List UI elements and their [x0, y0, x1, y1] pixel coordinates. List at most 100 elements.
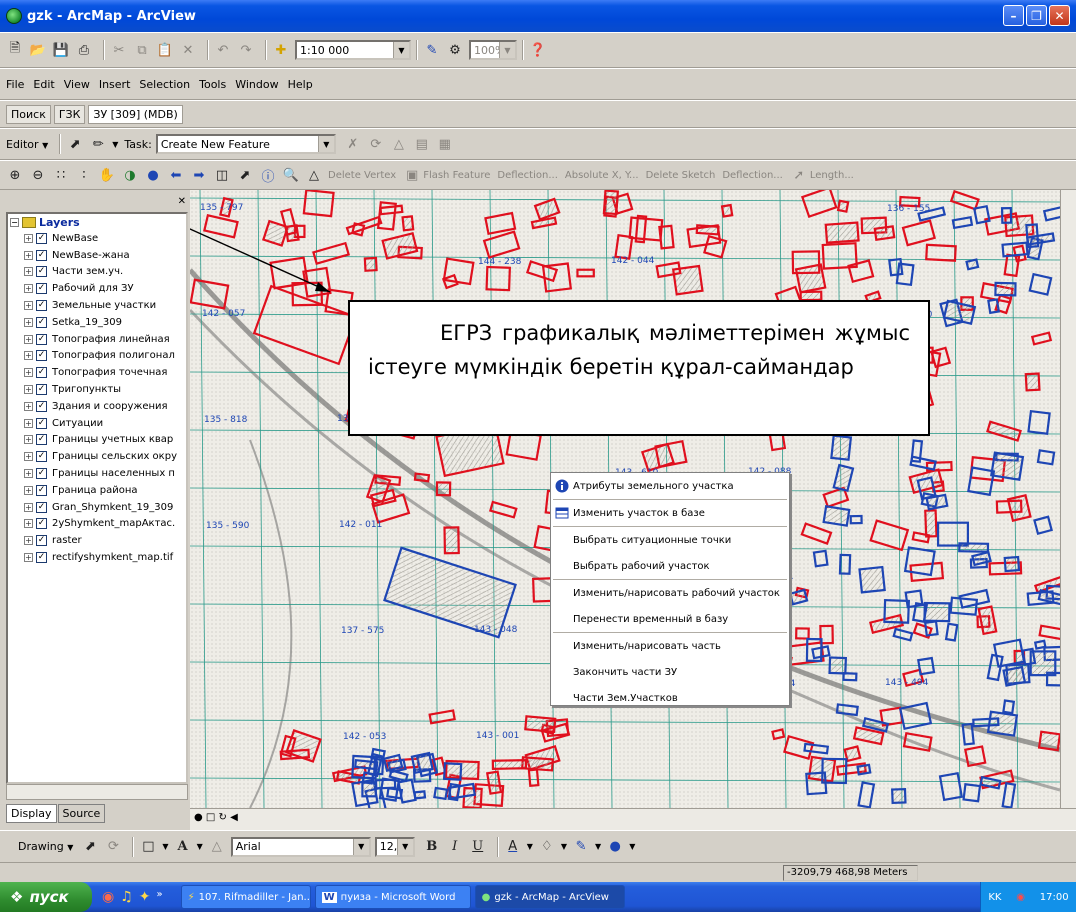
text-icon[interactable]: A	[174, 838, 192, 856]
select-elements-icon[interactable]: ⬈	[236, 166, 254, 184]
layer-row[interactable]: + ✓ NewBase	[8, 230, 186, 247]
expand-icon[interactable]: +	[24, 418, 33, 428]
chevron-down-icon[interactable]: ▼	[595, 842, 601, 851]
new-icon[interactable]: 🗎	[6, 41, 24, 59]
chevron-down-icon[interactable]: ▼	[396, 838, 413, 855]
map-vertical-scrollbar[interactable]	[1060, 190, 1076, 808]
layer-row[interactable]: + ✓ Граница района	[8, 482, 186, 499]
layer-visibility-checkbox[interactable]: ✓	[36, 283, 47, 295]
chevron-down-icon[interactable]: ▼	[561, 842, 567, 851]
layer-visibility-checkbox[interactable]: ✓	[36, 333, 47, 345]
tool-delete-vertex[interactable]: Delete Vertex	[328, 170, 396, 181]
maximize-button[interactable]: ❐	[1026, 5, 1047, 26]
expand-icon[interactable]: +	[24, 317, 33, 327]
task-winamp[interactable]: ⚡ 107. Rifmadiller - Jan...	[180, 885, 311, 909]
layer-row[interactable]: + ✓ 2уShymkent_mapАктас.	[8, 516, 186, 533]
layer-visibility-checkbox[interactable]: ✓	[36, 367, 47, 379]
chevron-down-icon[interactable]: ▼	[317, 136, 334, 152]
expand-icon[interactable]: +	[24, 401, 33, 411]
rectangle-icon[interactable]: □	[139, 838, 157, 856]
zoom-combo[interactable]: 100% ▼	[469, 40, 517, 60]
layer-visibility-checkbox[interactable]: ✓	[36, 249, 47, 261]
tool-deflection-2[interactable]: Deflection...	[722, 170, 783, 181]
tab-search[interactable]: Поиск	[6, 104, 51, 124]
layer-row[interactable]: + ✓ raster	[8, 532, 186, 549]
menu-item-land-parcel-parts[interactable]: Части Зем.Участков	[551, 685, 789, 711]
scale-combo[interactable]: 1:10 000 ▼	[295, 40, 411, 60]
zoom-out-icon[interactable]: ⊖	[29, 166, 47, 184]
tab-display[interactable]: Display	[6, 804, 57, 823]
cut-icon[interactable]: ✂	[110, 41, 128, 59]
undo-icon[interactable]: ↶	[214, 41, 232, 59]
menu-item-select-working-parcel[interactable]: Выбрать рабочий участок	[551, 553, 789, 579]
marker-color-icon[interactable]: ●	[606, 838, 624, 856]
layer-visibility-checkbox[interactable]: ✓	[36, 384, 47, 396]
menu-item-parcel-attributes[interactable]: Атрибуты земельного участка	[551, 473, 789, 499]
attributes-icon[interactable]: ▤	[413, 135, 431, 153]
menu-item-select-situation-points[interactable]: Выбрать ситуационные точки	[551, 527, 789, 553]
editor-menu-button[interactable]: Editor ▼	[6, 138, 48, 151]
menu-tools[interactable]: Tools	[199, 78, 226, 91]
expand-icon[interactable]: +	[24, 553, 33, 563]
layer-visibility-checkbox[interactable]: ✓	[36, 451, 47, 463]
layers-root[interactable]: − Layers	[8, 214, 186, 230]
menu-selection[interactable]: Selection	[139, 78, 190, 91]
expand-icon[interactable]: +	[24, 536, 33, 546]
menu-item-edit-draw-part[interactable]: Изменить/нарисовать часть	[551, 633, 789, 659]
layer-row[interactable]: + ✓ Топография точечная	[8, 364, 186, 381]
full-extent-icon[interactable]: ◑	[121, 166, 139, 184]
layer-visibility-checkbox[interactable]: ✓	[36, 300, 47, 312]
length-icon[interactable]: ➚	[790, 166, 808, 184]
expand-icon[interactable]: +	[24, 351, 33, 361]
table-icon[interactable]: ▦	[436, 135, 454, 153]
expand-icon[interactable]: +	[24, 267, 33, 277]
expand-icon[interactable]: +	[24, 502, 33, 512]
menu-item-transfer-temp-to-db[interactable]: Перенести временный в базу	[551, 606, 789, 632]
chevron-down-icon[interactable]: ▼	[197, 842, 203, 851]
task-word[interactable]: W пуиза - Microsoft Word	[314, 885, 471, 909]
menu-help[interactable]: Help	[288, 78, 313, 91]
menu-file[interactable]: File	[6, 78, 24, 91]
quick-launch-opera-icon[interactable]: ◉	[102, 889, 114, 905]
flash-feature-icon[interactable]: ▣	[403, 166, 421, 184]
fixed-zoom-out-icon[interactable]: ∶	[75, 166, 93, 184]
layer-visibility-checkbox[interactable]: ✓	[36, 400, 47, 412]
map-horizontal-scrollbar[interactable]: ● □ ↻ ◀	[190, 808, 1076, 830]
find-icon[interactable]: 🔍	[282, 166, 300, 184]
sketch-tool-icon[interactable]: △	[390, 135, 408, 153]
layer-row[interactable]: + ✓ Топография линейная	[8, 331, 186, 348]
chevron-down-icon[interactable]: ▼	[393, 42, 409, 58]
layer-visibility-checkbox[interactable]: ✓	[36, 266, 47, 278]
start-button[interactable]: ❖ пуск	[0, 882, 92, 912]
font-size-combo[interactable]: 12,0 ▼	[374, 836, 415, 857]
menu-item-finish-parts[interactable]: Закончить части ЗУ	[551, 659, 789, 685]
task-arcmap[interactable]: ● gzk - ArcMap - ArcView	[474, 885, 625, 909]
layer-row[interactable]: + ✓ Рабочий для ЗУ	[8, 280, 186, 297]
chevron-down-icon[interactable]: ▼	[527, 842, 533, 851]
tool-flash-feature[interactable]: Flash Feature	[423, 170, 490, 181]
tool-length[interactable]: Length...	[810, 170, 854, 181]
collapse-icon[interactable]: −	[10, 217, 19, 227]
measure-icon[interactable]: △	[305, 166, 323, 184]
open-icon[interactable]: 📂	[29, 41, 47, 59]
menu-item-edit-parcel-in-db[interactable]: Изменить участок в базе	[551, 500, 789, 526]
add-data-icon[interactable]: ✚	[272, 41, 290, 59]
layer-row[interactable]: + ✓ Gran_Shymkent_19_309	[8, 499, 186, 516]
layer-row[interactable]: + ✓ Части зем.уч.	[8, 264, 186, 281]
menu-view[interactable]: View	[64, 78, 90, 91]
expand-icon[interactable]: +	[24, 250, 33, 260]
quick-launch-more-icon[interactable]: »	[157, 889, 163, 905]
tool-absolute-xy[interactable]: Absolute X, Y...	[565, 170, 639, 181]
rotate-icon[interactable]: ⟳	[367, 135, 385, 153]
split-icon[interactable]: ✗	[344, 135, 362, 153]
layer-visibility-checkbox[interactable]: ✓	[36, 468, 47, 480]
layer-row[interactable]: + ✓ NewBase-жана	[8, 247, 186, 264]
select-elements-icon[interactable]: ⬈	[81, 838, 99, 856]
menu-edit[interactable]: Edit	[33, 78, 54, 91]
quick-launch-feather-icon[interactable]: ✦	[139, 889, 151, 905]
expand-icon[interactable]: +	[24, 301, 33, 311]
copy-icon[interactable]: ⧉	[133, 41, 151, 59]
layer-row[interactable]: + ✓ Границы населенных п	[8, 465, 186, 482]
minimize-button[interactable]: –	[1003, 5, 1024, 26]
identify-icon[interactable]: ⓘ	[259, 166, 277, 185]
